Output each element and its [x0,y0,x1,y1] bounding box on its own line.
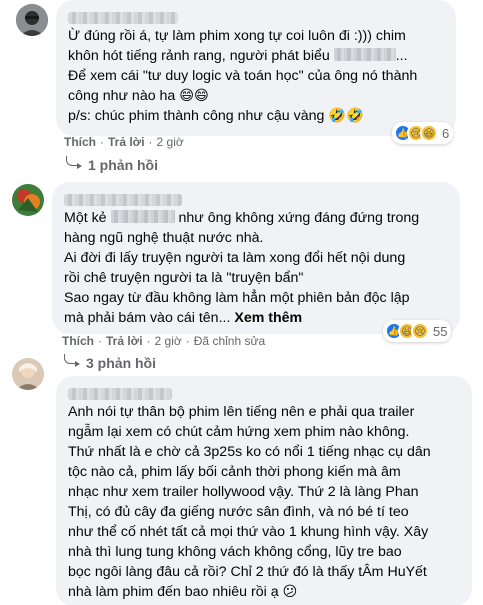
comment-line: Để xem cái "tư duy logic và toán học" củ… [68,68,418,84]
separator: · [100,135,104,149]
separator: · [146,334,151,348]
comment-line: hàng ngũ nghệ thuật nước nhà. [64,230,264,246]
reaction-summary[interactable]: 👍 😢 😆 6 [392,122,454,144]
comment-line: tộc nào cả, phim lấy bối cảnh thời phong… [68,464,401,480]
comment-line: nhạc như xem trailer hollywood vậy. Thứ … [68,484,419,500]
see-more-link[interactable]: Xem thêm [234,310,302,326]
comment-line: Thị, có đủ cây đa giếng nước sân đình, v… [68,504,409,520]
comment-bubble: Ừ đúng rồi á, tự làm phim xong tự coi lu… [56,0,456,136]
view-replies-button[interactable]: 3 phản hồi [64,354,156,371]
comment-line: ngẫm lại xem có chút cảm hứng xem phim n… [68,424,410,440]
reaction-count: 55 [433,323,448,339]
comment-line: nhà thì lung tung không vách không cổng,… [68,544,402,560]
like-button[interactable]: Thích [62,334,94,348]
timestamp[interactable]: 2 giờ [157,135,184,149]
comment-line: bọc ngôi làng đâu cả rồi? Chỉ 2 thứ đó l… [68,564,427,580]
view-replies-button[interactable]: 1 phản hồi [66,156,158,173]
avatar[interactable] [12,184,44,216]
comment-text: Ừ đúng rồi á, tự làm phim xong tự coi lu… [68,26,444,126]
comment-text: Một kẻ như ông không xứng đáng đứng tron… [64,208,448,328]
separator: · [185,334,190,348]
sad-icon: 😢 [411,322,429,340]
comment-line: khôn hót tiếng rảnh rang, người phát biể… [68,48,408,64]
comment-thread: Ừ đúng rồi á, tự làm phim xong tự coi lu… [0,0,483,605]
reply-arrow-icon [64,354,80,367]
redacted-name [110,210,175,223]
author-name[interactable] [64,190,448,207]
redacted-name [333,48,396,61]
like-button[interactable]: Thích [64,135,96,149]
comment-line: Ai đời đi lấy truyện người ta làm xong đ… [64,250,406,266]
comment-actions: Thích · Trả lời · 2 giờ · Đã chỉnh sửa [62,334,265,348]
comment-line: Ừ đúng rồi á, tự làm phim xong tự coi lu… [68,28,406,44]
author-name[interactable] [68,384,460,401]
comment-line: p/s: chúc phim thành công như cậu vàng 🤣… [68,108,364,124]
comment-actions: Thích · Trả lời · 2 giờ [64,135,184,149]
comment-line: công như nào ha 😄😄 [68,88,209,104]
comment-line: Sao ngay từ đầu không làm hẳn một phiên … [64,290,410,306]
comment-line: nhà làm phim đến bao nhiêu rồi ạ 😕 [68,584,298,600]
comment-line: rồi chê truyện người ta là "truyện bẩn" [64,270,304,286]
separator: · [148,135,153,149]
timestamp[interactable]: 2 giờ [155,334,182,348]
comment-text: Anh nói tự thân bộ phim lên tiếng nên e … [68,402,460,602]
reply-button[interactable]: Trả lời [106,334,143,348]
comment-bubble: Một kẻ như ông không xứng đáng đứng tron… [52,182,460,334]
separator: · [98,334,102,348]
comment-bubble: Anh nói tự thân bộ phim lên tiếng nên e … [56,376,472,605]
comment-line: như thể cố nhét tất cả mọi thứ vào 1 khu… [68,524,429,540]
reply-arrow-icon [66,156,82,169]
edited-label: Đã chỉnh sửa [193,334,266,348]
reply-button[interactable]: Trả lời [108,135,145,149]
reaction-summary[interactable]: 👍 😆 😢 55 [383,320,452,342]
comment-line: Thứ nhất là e chờ cả 3p25s ko có nổi 1 t… [68,444,431,460]
reaction-count: 6 [442,125,450,141]
comment-line: Anh nói tự thân bộ phim lên tiếng nên e … [68,404,415,420]
comment-line: Một kẻ như ông không xứng đáng đứng tron… [64,210,420,226]
avatar[interactable] [12,358,44,390]
avatar[interactable] [16,4,48,36]
author-name[interactable] [68,8,444,25]
haha-icon: 😆 [420,124,438,142]
replies-label: 3 phản hồi [86,355,156,371]
replies-label: 1 phản hồi [88,157,158,173]
